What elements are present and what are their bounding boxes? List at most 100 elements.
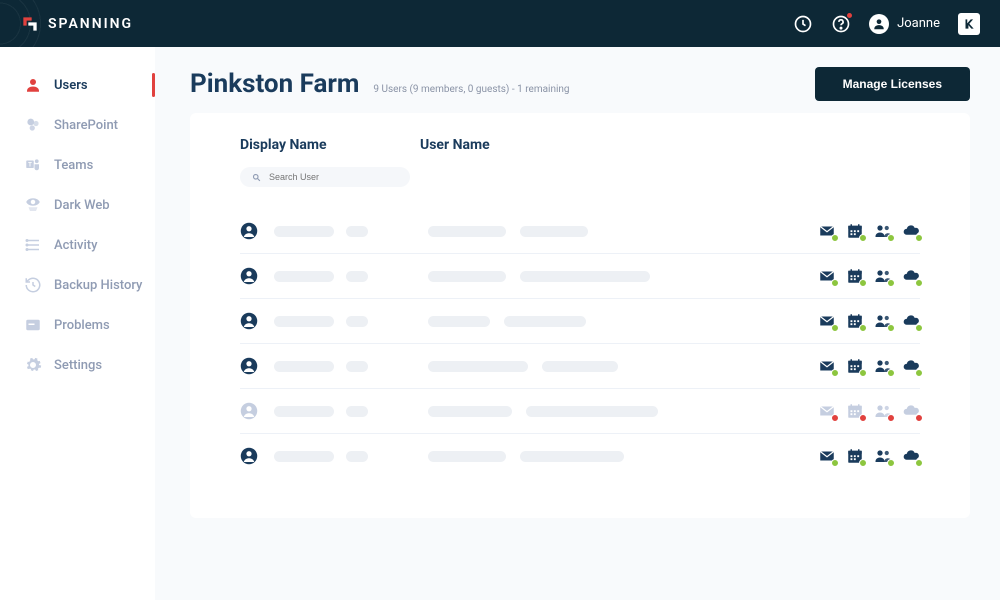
status-dot-icon [887, 234, 895, 242]
username-placeholder [428, 406, 512, 417]
row-actions [818, 222, 920, 240]
onedrive-status-icon[interactable] [902, 447, 920, 465]
table-row[interactable] [240, 434, 920, 478]
contacts-status-icon[interactable] [874, 312, 892, 330]
user-avatar-icon [240, 222, 258, 240]
status-dot-icon [887, 369, 895, 377]
calendar-status-icon[interactable] [846, 447, 864, 465]
page-subtitle: 9 Users (9 members, 0 guests) - 1 remain… [373, 84, 569, 95]
onedrive-status-icon[interactable] [902, 312, 920, 330]
row-actions [818, 447, 920, 465]
status-dot-icon [915, 279, 923, 287]
username-placeholder [520, 271, 650, 282]
display-name-placeholder [346, 271, 368, 282]
svg-text:T: T [28, 162, 32, 169]
sidebar-item-teams[interactable]: TTeams [0, 145, 155, 185]
username-placeholder [520, 226, 588, 237]
onedrive-status-icon[interactable] [902, 222, 920, 240]
status-dot-icon [915, 369, 923, 377]
contacts-status-icon[interactable] [874, 402, 892, 420]
brand-mark-icon [20, 14, 40, 34]
sidebar-item-label: Settings [54, 358, 102, 373]
search-icon [252, 173, 261, 182]
table-row[interactable] [240, 254, 920, 299]
display-name-placeholder [274, 406, 334, 417]
table-row[interactable] [240, 209, 920, 254]
user-avatar-icon [240, 447, 258, 465]
table-row[interactable] [240, 299, 920, 344]
sidebar-item-users[interactable]: Users [0, 65, 155, 105]
user-icon [24, 76, 42, 94]
sidebar-item-sharepoint[interactable]: SharePoint [0, 105, 155, 145]
problems-icon [24, 316, 42, 334]
avatar-icon [869, 14, 889, 34]
page-header: Pinkston Farm 9 Users (9 members, 0 gues… [190, 67, 970, 101]
status-dot-icon [887, 324, 895, 332]
users-card: Display Name User Name [190, 113, 970, 518]
status-dot-icon [887, 279, 895, 287]
row-actions [818, 402, 920, 420]
onedrive-status-icon[interactable] [902, 402, 920, 420]
display-name-placeholder [346, 406, 368, 417]
username-placeholder [520, 451, 624, 462]
row-actions [818, 267, 920, 285]
user-menu[interactable]: Joanne [869, 14, 940, 34]
sidebar-item-problems[interactable]: Problems [0, 305, 155, 345]
status-dot-icon [831, 324, 839, 332]
calendar-status-icon[interactable] [846, 402, 864, 420]
status-dot-icon [915, 324, 923, 332]
display-name-placeholder [346, 451, 368, 462]
mail-status-icon[interactable] [818, 357, 836, 375]
mail-status-icon[interactable] [818, 222, 836, 240]
col-user-name: User Name [420, 137, 490, 153]
kaseya-badge[interactable] [958, 13, 980, 35]
mail-status-icon[interactable] [818, 312, 836, 330]
header-right: Joanne [793, 13, 980, 35]
status-dot-icon [915, 459, 923, 467]
status-dot-icon [859, 324, 867, 332]
status-dot-icon [859, 459, 867, 467]
calendar-status-icon[interactable] [846, 267, 864, 285]
sidebar-item-backup-history[interactable]: Backup History [0, 265, 155, 305]
contacts-status-icon[interactable] [874, 222, 892, 240]
calendar-status-icon[interactable] [846, 222, 864, 240]
status-dot-icon [915, 414, 923, 422]
column-headers: Display Name User Name [240, 137, 920, 153]
clock-icon[interactable] [793, 14, 813, 34]
search-user-box[interactable] [240, 167, 410, 187]
sidebar: Users SharePoint TTeamsDark WebActivity Bac… [0, 47, 155, 600]
onedrive-status-icon[interactable] [902, 357, 920, 375]
search-input[interactable] [269, 172, 398, 182]
status-dot-icon [831, 414, 839, 422]
sidebar-item-activity[interactable]: Activity [0, 225, 155, 265]
status-dot-icon [831, 234, 839, 242]
display-name-placeholder [274, 361, 334, 372]
display-name-placeholder [274, 316, 334, 327]
status-dot-icon [859, 414, 867, 422]
username-placeholder [428, 226, 506, 237]
calendar-status-icon[interactable] [846, 312, 864, 330]
username-placeholder [428, 316, 490, 327]
sidebar-item-label: Backup History [54, 278, 142, 293]
sidebar-item-label: SharePoint [54, 118, 118, 133]
username-placeholder [428, 451, 506, 462]
mail-status-icon[interactable] [818, 267, 836, 285]
sidebar-item-dark-web[interactable]: Dark Web [0, 185, 155, 225]
username-placeholder [542, 361, 618, 372]
table-row[interactable] [240, 344, 920, 389]
manage-licenses-button[interactable]: Manage Licenses [815, 67, 970, 101]
contacts-status-icon[interactable] [874, 267, 892, 285]
sidebar-item-settings[interactable]: Settings [0, 345, 155, 385]
calendar-status-icon[interactable] [846, 357, 864, 375]
onedrive-status-icon[interactable] [902, 267, 920, 285]
mail-status-icon[interactable] [818, 447, 836, 465]
table-row[interactable] [240, 389, 920, 434]
username-placeholder [526, 406, 658, 417]
col-display-name: Display Name [240, 137, 400, 153]
contacts-status-icon[interactable] [874, 447, 892, 465]
help-icon[interactable] [831, 14, 851, 34]
mail-status-icon[interactable] [818, 402, 836, 420]
contacts-status-icon[interactable] [874, 357, 892, 375]
brand-name: SPANNING [48, 16, 133, 32]
sidebar-item-label: Users [54, 78, 88, 93]
